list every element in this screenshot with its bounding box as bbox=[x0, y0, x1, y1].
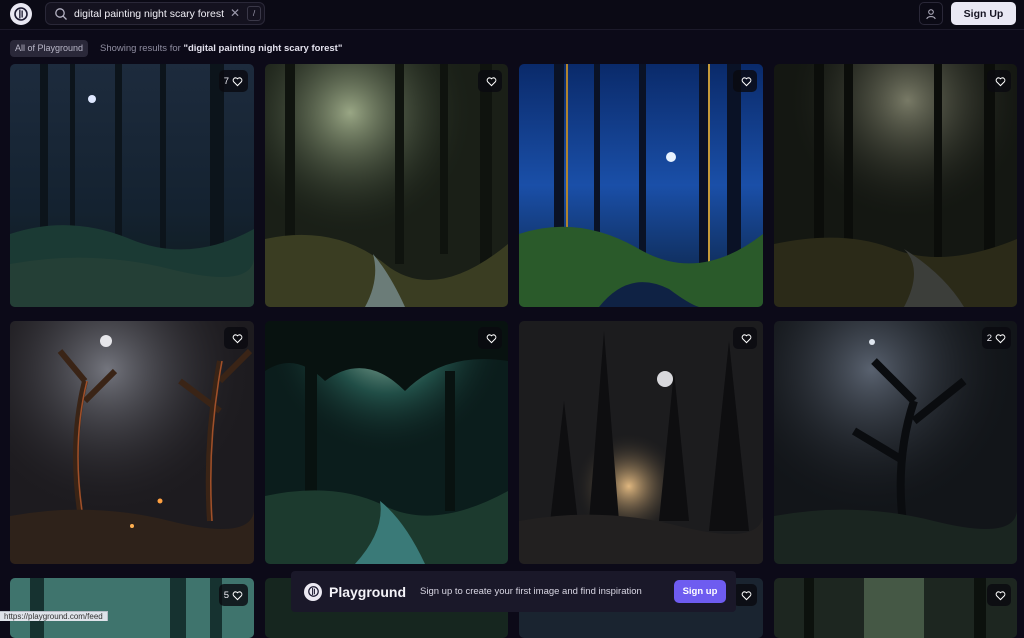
like-count: 7 bbox=[223, 75, 229, 87]
forest-image bbox=[10, 64, 254, 307]
heart-icon bbox=[741, 76, 752, 86]
search-input[interactable]: digital painting night scary forest bbox=[74, 8, 224, 20]
clear-search-icon[interactable]: ✕ bbox=[230, 6, 240, 20]
like-count: 5 bbox=[223, 589, 229, 601]
image-card[interactable] bbox=[265, 321, 508, 564]
like-button[interactable] bbox=[987, 70, 1011, 92]
results-query: "digital painting night scary forest" bbox=[183, 43, 343, 54]
forest-image bbox=[519, 321, 763, 564]
like-count: 2 bbox=[986, 332, 992, 344]
banner-sign-up-button[interactable]: Sign up bbox=[674, 580, 726, 603]
like-button[interactable]: 5 bbox=[218, 584, 248, 606]
heart-icon bbox=[741, 590, 752, 600]
results-summary: Showing results for "digital painting ni… bbox=[100, 43, 342, 54]
like-button[interactable] bbox=[987, 584, 1011, 606]
forest-image bbox=[10, 578, 254, 638]
image-card[interactable] bbox=[10, 321, 254, 564]
like-button[interactable] bbox=[733, 327, 757, 349]
heart-icon bbox=[486, 333, 497, 343]
search-shortcut-hint: / bbox=[247, 6, 261, 21]
like-button[interactable] bbox=[733, 70, 757, 92]
forest-image bbox=[519, 64, 763, 307]
image-card[interactable]: 2 bbox=[774, 321, 1017, 564]
image-card[interactable] bbox=[519, 321, 763, 564]
heart-icon bbox=[741, 333, 752, 343]
playground-logo-icon bbox=[304, 582, 322, 601]
heart-icon bbox=[232, 590, 243, 600]
image-card[interactable]: 5 bbox=[10, 578, 254, 638]
results-prefix: Showing results for bbox=[100, 43, 181, 54]
playground-logo-icon[interactable] bbox=[10, 3, 32, 25]
like-button[interactable] bbox=[478, 70, 502, 92]
forest-image bbox=[10, 321, 254, 564]
account-button[interactable] bbox=[919, 2, 943, 25]
image-card[interactable] bbox=[519, 64, 763, 307]
image-card[interactable] bbox=[774, 578, 1017, 638]
filter-chip-all[interactable]: All of Playground bbox=[10, 40, 89, 57]
search-icon bbox=[55, 7, 67, 20]
forest-image bbox=[265, 321, 508, 564]
heart-icon bbox=[486, 76, 497, 86]
like-button[interactable]: 2 bbox=[981, 327, 1011, 349]
status-bar-url: https://playground.com/feed bbox=[0, 611, 108, 621]
image-card[interactable] bbox=[265, 64, 508, 307]
like-button[interactable]: 7 bbox=[218, 70, 248, 92]
top-bar: digital painting night scary forest ✕ / … bbox=[0, 0, 1024, 30]
forest-image bbox=[774, 321, 1017, 564]
heart-icon bbox=[232, 333, 243, 343]
like-button[interactable] bbox=[478, 327, 502, 349]
user-icon bbox=[926, 8, 936, 19]
heart-icon bbox=[232, 76, 243, 86]
like-button[interactable] bbox=[224, 327, 248, 349]
forest-image bbox=[774, 64, 1017, 307]
banner-message: Sign up to create your first image and f… bbox=[420, 586, 642, 597]
forest-image bbox=[265, 64, 508, 307]
sign-up-button[interactable]: Sign Up bbox=[951, 2, 1016, 25]
signup-banner: Playground Sign up to create your first … bbox=[291, 571, 736, 612]
search-bar[interactable]: digital painting night scary forest ✕ / bbox=[45, 2, 265, 25]
heart-icon bbox=[995, 333, 1006, 343]
forest-image bbox=[774, 578, 1017, 638]
heart-icon bbox=[995, 590, 1006, 600]
like-button[interactable] bbox=[733, 584, 757, 606]
banner-brand: Playground bbox=[329, 583, 407, 600]
image-card[interactable] bbox=[774, 64, 1017, 307]
heart-icon bbox=[995, 76, 1006, 86]
image-card[interactable]: 7 bbox=[10, 64, 254, 307]
